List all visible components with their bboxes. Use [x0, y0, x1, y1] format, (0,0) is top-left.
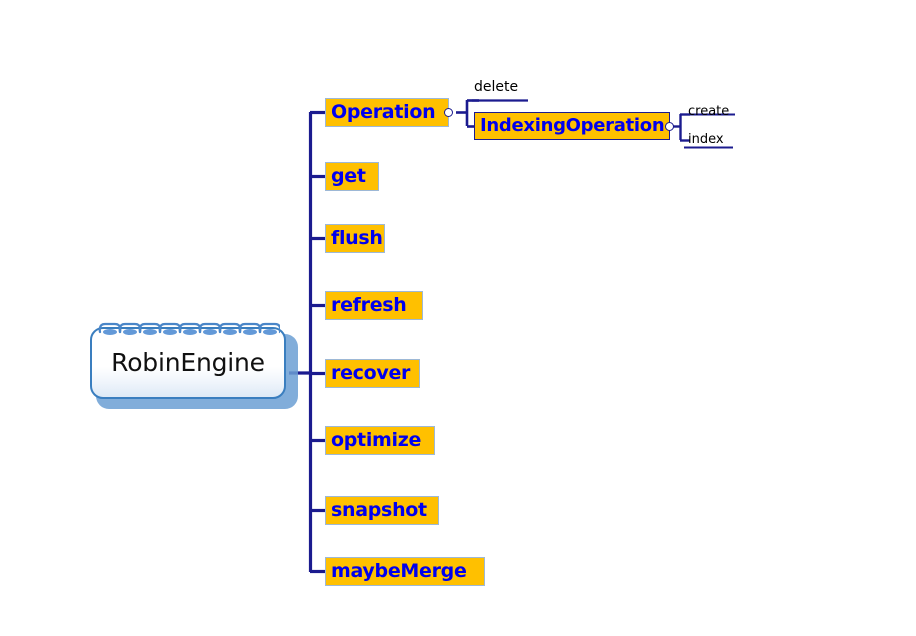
node-get-label: get [331, 165, 366, 187]
connector-dot-indexingoperation [665, 122, 674, 131]
node-recover[interactable]: recover [325, 359, 420, 388]
leaf-index[interactable]: index [688, 133, 724, 146]
root-node-robinengine[interactable]: RobinEngine [90, 322, 298, 409]
node-maybemerge[interactable]: maybeMerge [325, 557, 485, 586]
node-flush[interactable]: flush [325, 224, 385, 253]
root-node-label: RobinEngine [111, 347, 265, 377]
node-get[interactable]: get [325, 162, 379, 191]
node-operation-label: Operation [331, 101, 436, 123]
node-flush-label: flush [331, 227, 383, 249]
diagram-canvas: RobinEngine Operation get flush refresh … [0, 0, 916, 636]
connector-lines [289, 99, 735, 574]
connector-dot-operation [444, 108, 453, 117]
node-optimize[interactable]: optimize [325, 426, 435, 455]
node-operation[interactable]: Operation [325, 98, 449, 127]
node-refresh[interactable]: refresh [325, 291, 423, 320]
node-optimize-label: optimize [331, 429, 422, 451]
node-indexingoperation-label: IndexingOperation [480, 115, 665, 136]
leaf-create[interactable]: create [688, 105, 729, 118]
node-maybemerge-label: maybeMerge [331, 560, 467, 582]
node-refresh-label: refresh [331, 294, 407, 316]
node-indexingoperation[interactable]: IndexingOperation [474, 112, 670, 140]
node-snapshot-label: snapshot [331, 499, 427, 521]
leaf-delete-label: delete [474, 79, 519, 95]
leaf-create-label: create [688, 104, 730, 119]
node-recover-label: recover [331, 362, 411, 384]
leaf-index-label: index [688, 132, 724, 147]
root-node-body: RobinEngine [90, 327, 286, 399]
leaf-delete[interactable]: delete [474, 80, 518, 94]
node-snapshot[interactable]: snapshot [325, 496, 439, 525]
